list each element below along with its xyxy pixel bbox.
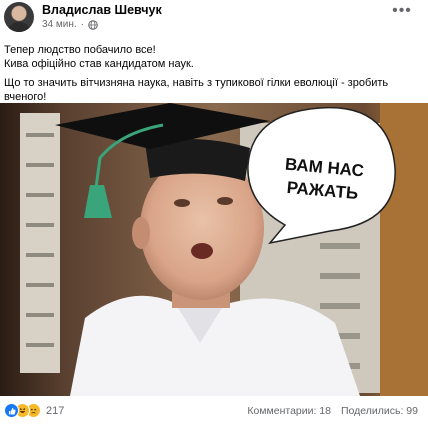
post-text: Тепер людство побачило все! Кива офіційн… (4, 44, 418, 104)
post-meta: 34 мин. · (42, 19, 98, 30)
photo-illustration: ВАМ НАС РАЖАТЬ (0, 103, 428, 396)
banner-left (20, 113, 60, 373)
reaction-count: 217 (46, 404, 65, 417)
post-header: Владислав Шевчук 34 мин. · ••• (0, 0, 428, 38)
ear (132, 217, 150, 249)
left-eye (174, 199, 190, 207)
post-time[interactable]: 34 мин. (42, 19, 77, 30)
author-name[interactable]: Владислав Шевчук (42, 3, 162, 17)
comments-count-link[interactable]: Комментарии: 18 (247, 405, 331, 417)
avatar[interactable] (4, 2, 34, 32)
mouth (191, 243, 213, 259)
post-text-line: Тепер людство побачило все! (4, 44, 156, 56)
post-photo[interactable]: ВАМ НАС РАЖАТЬ (0, 103, 428, 396)
shares-count-link[interactable]: Поделились: 99 (341, 405, 418, 417)
post-text-line: вченого! (4, 90, 47, 103)
separator-dot: · (80, 19, 85, 30)
globe-icon (88, 19, 98, 30)
post-text-line: Що то значить вітчизняна наука, навіть з… (4, 77, 389, 89)
post-footer: 217 Комментарии: 18 Поделились: 99 (0, 398, 428, 424)
reactions-summary[interactable]: 217 (4, 403, 64, 418)
like-icon (4, 403, 19, 418)
post-stats: Комментарии: 18 Поделились: 99 (247, 405, 418, 417)
post-text-line: Кива офіційно став кандидатом наук. (4, 57, 194, 70)
right-eye (217, 197, 233, 205)
ellipsis-icon[interactable]: ••• (390, 3, 414, 21)
